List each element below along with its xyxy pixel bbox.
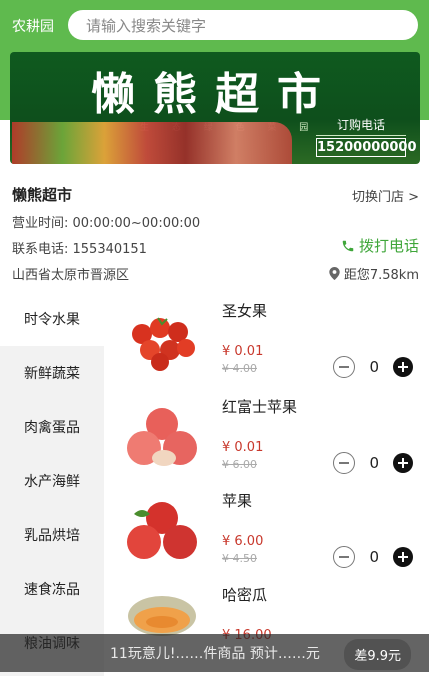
location-pin-icon bbox=[329, 267, 340, 280]
quantity-stepper: 0 bbox=[333, 356, 413, 378]
plus-icon[interactable] bbox=[393, 547, 413, 567]
hotline-number: 15200000000 bbox=[316, 138, 417, 157]
switch-store-button[interactable]: 切换门店 > bbox=[352, 186, 419, 205]
minus-icon[interactable] bbox=[333, 546, 356, 568]
product-original-price: ¥ 6.00 bbox=[222, 458, 257, 471]
call-label: 拨打电话 bbox=[358, 237, 419, 255]
cart-summary: 11玩意儿!……件商品 预计……元 bbox=[110, 646, 320, 662]
product-price: ¥ 0.01 bbox=[222, 440, 264, 455]
distance-label: 距您7.58km bbox=[343, 268, 419, 283]
product-original-price: ¥ 4.50 bbox=[222, 552, 257, 565]
product-row[interactable]: 红富士苹果 ¥ 0.01 ¥ 6.00 0 bbox=[104, 388, 429, 482]
phone-icon bbox=[342, 240, 354, 251]
search-input[interactable]: 请输入搜索关键字 bbox=[68, 10, 418, 40]
cherry-tomato-icon bbox=[132, 317, 195, 371]
product-price: ¥ 6.00 bbox=[222, 534, 264, 549]
banner-title: 懒熊超市 bbox=[91, 69, 339, 120]
category-item[interactable]: 水产海鲜 bbox=[0, 454, 104, 508]
product-name: 哈密瓜 bbox=[222, 586, 268, 604]
store-distance: 距您7.58km bbox=[329, 264, 419, 283]
plus-icon[interactable] bbox=[393, 453, 413, 473]
product-original-price: ¥ 4.00 bbox=[222, 362, 257, 375]
brand-label[interactable]: 农耕园 bbox=[12, 16, 54, 36]
store-hours: 营业时间: 00:00:00~00:00:00 bbox=[12, 216, 201, 231]
plus-icon[interactable] bbox=[393, 357, 413, 377]
category-sidebar: 时令水果 新鲜蔬菜 肉禽蛋品 水产海鲜 乳品烘培 速食冻品 粮油调味 bbox=[0, 292, 104, 676]
quantity-value: 0 bbox=[369, 454, 379, 472]
vegetables-image bbox=[12, 122, 292, 164]
category-item[interactable]: 肉禽蛋品 bbox=[0, 400, 104, 454]
category-item[interactable]: 新鲜蔬菜 bbox=[0, 346, 104, 400]
search-placeholder: 请输入搜索关键字 bbox=[86, 16, 207, 35]
store-name: 懒熊超市 bbox=[12, 186, 73, 204]
category-item[interactable]: 乳品烘培 bbox=[0, 508, 104, 562]
quantity-value: 0 bbox=[369, 358, 379, 376]
product-name: 圣女果 bbox=[222, 302, 268, 320]
banner-hotline: 订购电话 15200000000 bbox=[316, 116, 417, 157]
product-row[interactable]: 圣女果 ¥ 0.01 ¥ 4.00 0 bbox=[104, 292, 429, 386]
product-name: 红富士苹果 bbox=[222, 398, 298, 416]
apple-icon bbox=[127, 502, 197, 559]
minus-icon[interactable] bbox=[333, 452, 356, 474]
minus-icon[interactable] bbox=[333, 356, 356, 378]
hotline-label: 订购电话 bbox=[316, 116, 406, 136]
category-item[interactable]: 速食冻品 bbox=[0, 562, 104, 616]
minimum-shortfall-badge[interactable]: 差9.9元 bbox=[344, 639, 411, 670]
call-button[interactable]: 拨打电话 bbox=[341, 235, 419, 256]
product-row[interactable]: 苹果 ¥ 6.00 ¥ 4.50 0 bbox=[104, 482, 429, 576]
category-item[interactable]: 时令水果 bbox=[0, 292, 104, 346]
store-info: 懒熊超市 切换门店 > 营业时间: 00:00:00~00:00:00 联系电话… bbox=[0, 178, 429, 290]
store-address: 山西省太原市晋源区 bbox=[12, 268, 130, 283]
quantity-stepper: 0 bbox=[333, 546, 413, 568]
apple-icon bbox=[127, 408, 197, 466]
product-name: 苹果 bbox=[222, 492, 253, 510]
quantity-value: 0 bbox=[369, 548, 379, 566]
cart-bar[interactable]: 11玩意儿!……件商品 预计……元 差9.9元 bbox=[0, 634, 429, 672]
product-list: 圣女果 ¥ 0.01 ¥ 4.00 0 红富士苹果 ¥ 0.01 ¥ 6.00 … bbox=[104, 292, 429, 676]
quantity-stepper: 0 bbox=[333, 452, 413, 474]
store-phone: 联系电话: 155340151 bbox=[12, 242, 147, 257]
product-price: ¥ 0.01 bbox=[222, 344, 264, 359]
promo-banner[interactable]: 懒熊超市 生 态 绿 色 菜 园 订购电话 15200000000 bbox=[10, 52, 420, 164]
